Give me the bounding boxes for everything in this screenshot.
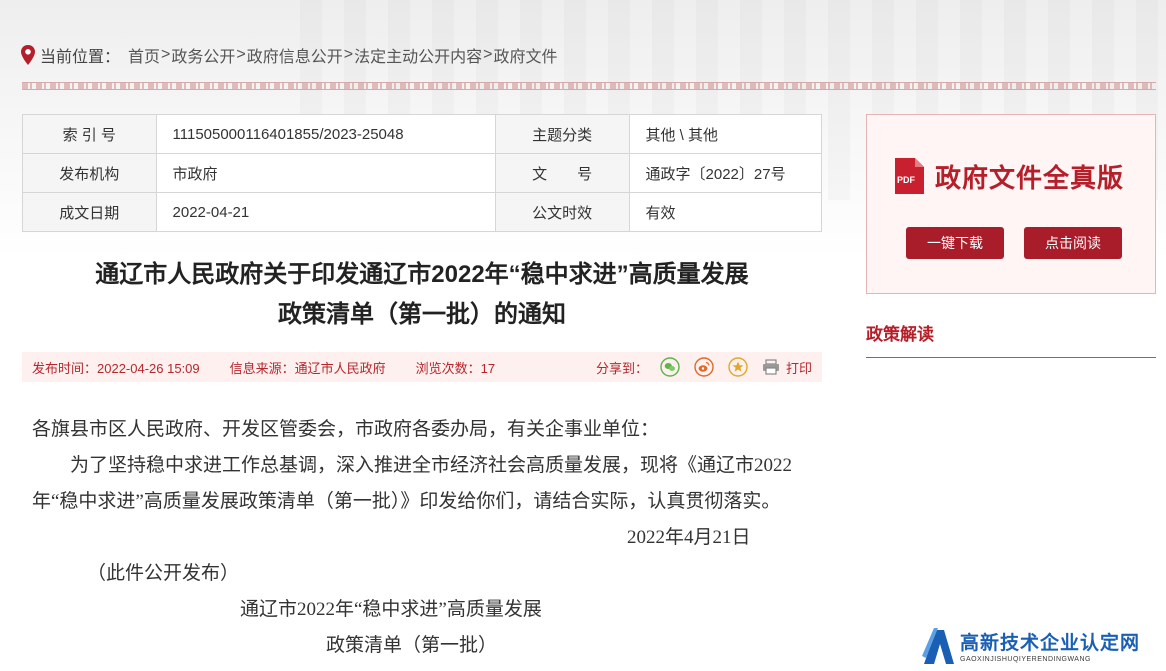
table-row: 发布机构 市政府 文 号 通政字〔2022〕27号 (22, 153, 823, 193)
attachment-title-line-2: 政策清单（第一批） (326, 635, 498, 656)
document-meta-table: 索 引 号 111505000116401855/2023-25048 主题分类… (22, 114, 823, 232)
body-paragraph: 为了坚持稳中求进工作总基调，深入推进全市经济社会高质量发展，现将《通辽市2022… (32, 455, 793, 512)
document-date: 2022年4月21日 (627, 527, 751, 548)
location-pin-icon (21, 45, 35, 65)
title-line-1: 通辽市人民政府关于印发通辽市2022年“稳中求进”高质量发展 (95, 261, 749, 288)
org-label: 发布机构 (22, 153, 157, 193)
validity-value: 有效 (628, 192, 823, 232)
table-row: 成文日期 2022-04-21 公文时效 有效 (22, 192, 823, 232)
publication-note: （此件公开发布） (87, 563, 240, 584)
title-line-2: 政策清单（第一批）的通知 (278, 301, 566, 328)
breadcrumb-separator: > (161, 46, 171, 63)
watermark-logo-icon (922, 627, 954, 664)
share-group: 分享到： 打印 (596, 357, 822, 377)
view-count: 浏览次数：17 (415, 360, 496, 376)
info-bar: 发布时间：2022-04-26 15:09 信息来源：通辽市人民政府 浏览次数：… (22, 352, 822, 382)
decorative-border (22, 82, 1156, 90)
salutation: 各旗县市区人民政府、开发区管委会，市政府各委办局，有关企事业单位： (32, 419, 660, 440)
document-body: 各旗县市区人民政府、开发区管委会，市政府各委办局，有关企事业单位： 为了坚持稳中… (32, 412, 812, 664)
print-button[interactable]: 打印 (762, 358, 812, 377)
print-icon (762, 359, 779, 375)
breadcrumb-gov-affairs[interactable]: 政务公开 (171, 43, 235, 67)
breadcrumb: 当前位置： 首页 > 政务公开 > 政府信息公开 > 法定主动公开内容 > 政府… (20, 43, 557, 67)
print-label: 打印 (785, 360, 812, 376)
date-value: 2022-04-21 (155, 192, 496, 232)
docno-value: 通政字〔2022〕27号 (628, 153, 823, 193)
breadcrumb-gov-documents[interactable]: 政府文件 (493, 43, 557, 67)
policy-interpretation-heading[interactable]: 政策解读 (866, 320, 1156, 345)
docno-label: 文 号 (494, 153, 630, 193)
table-row: 索 引 号 111505000116401855/2023-25048 主题分类… (22, 114, 823, 154)
pdf-icon-text: PDF (897, 175, 916, 185)
topic-label: 主题分类 (494, 114, 630, 154)
watermark-sub-text: GAOXINJISHUQIYERENDINGWANG (960, 656, 1091, 663)
breadcrumb-info-disclosure[interactable]: 政府信息公开 (247, 43, 343, 67)
attachment-title-line-1: 通辽市2022年“稳中求进”高质量发展 (240, 599, 542, 620)
index-label: 索 引 号 (22, 114, 157, 154)
org-value: 市政府 (155, 153, 496, 193)
info-source: 信息来源：通辽市人民政府 (229, 360, 386, 376)
breadcrumb-label: 当前位置： (40, 49, 121, 66)
weibo-share-icon[interactable] (694, 357, 714, 377)
wechat-share-icon[interactable] (660, 357, 680, 377)
divider (866, 357, 1156, 358)
full-version-title: 政府文件全真版 (935, 162, 1125, 193)
favorite-share-icon[interactable] (728, 357, 748, 377)
breadcrumb-statutory-content[interactable]: 法定主动公开内容 (354, 43, 482, 67)
breadcrumb-separator: > (236, 46, 246, 63)
breadcrumb-separator: > (343, 46, 354, 63)
page-title: 通辽市人民政府关于印发通辽市2022年“稳中求进”高质量发展 政策清单（第一批）… (22, 255, 822, 335)
site-watermark: 高新技术企业认定网 GAOXINJISHUQIYERENDINGWANG (920, 620, 1166, 671)
breadcrumb-home[interactable]: 首页 (128, 43, 160, 67)
publish-time: 发布时间：2022-04-26 15:09 (32, 360, 200, 376)
date-label: 成文日期 (22, 192, 157, 232)
breadcrumb-separator: > (483, 46, 493, 63)
full-version-box: PDF 政府文件全真版 一键下载 点击阅读 (866, 114, 1156, 294)
index-value: 111505000116401855/2023-25048 (155, 114, 496, 154)
watermark-main-text: 高新技术企业认定网 (960, 633, 1141, 654)
download-button[interactable]: 一键下载 (906, 227, 1004, 259)
full-version-header: PDF 政府文件全真版 (891, 157, 1124, 195)
validity-label: 公文时效 (494, 192, 630, 232)
share-label: 分享到： (595, 360, 648, 376)
topic-value: 其他 \ 其他 (628, 114, 823, 154)
pdf-icon: PDF (895, 158, 924, 194)
read-button[interactable]: 点击阅读 (1024, 227, 1122, 259)
